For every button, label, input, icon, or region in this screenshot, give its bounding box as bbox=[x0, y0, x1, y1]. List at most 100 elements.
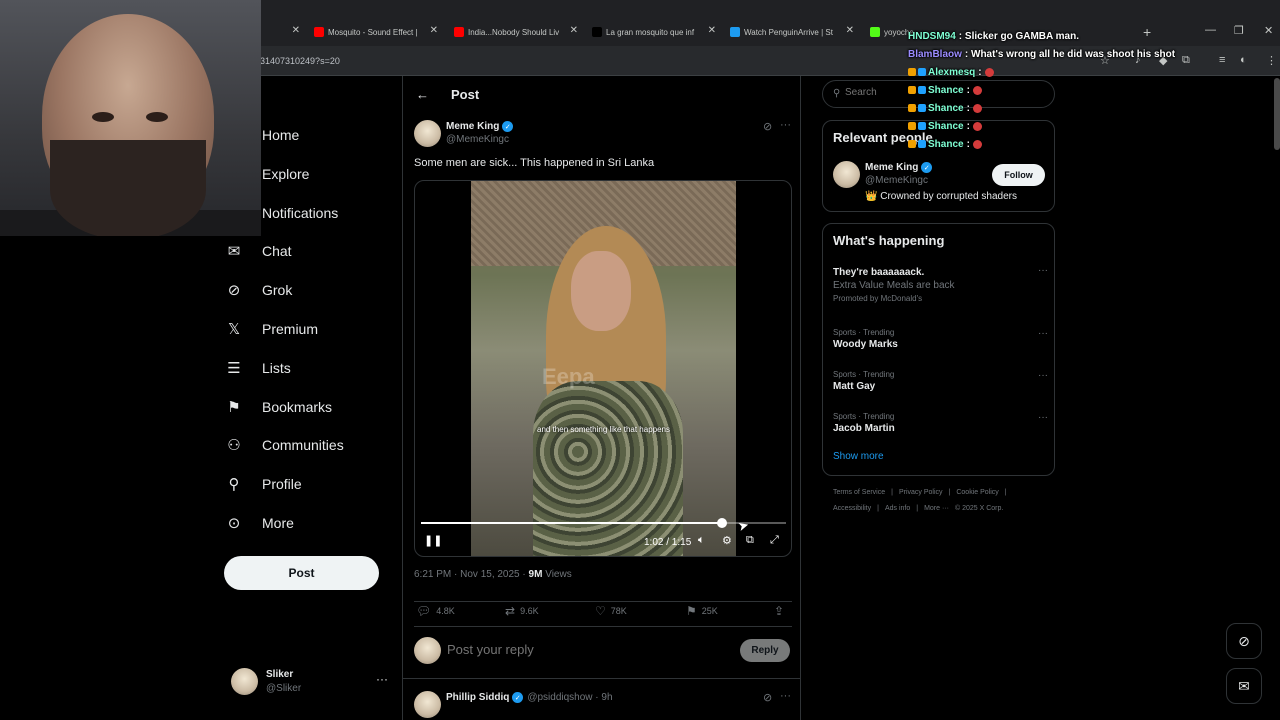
chat-message: Shance: bbox=[908, 117, 1175, 135]
video-progress-bar[interactable] bbox=[421, 518, 786, 528]
browser-tab[interactable]: Mosquito - Sound Effect | ✕ bbox=[310, 20, 442, 44]
trend-item[interactable]: Sports · Trending Jacob Martin ··· bbox=[833, 412, 1048, 434]
volume-icon[interactable]: 🔈︎ bbox=[698, 534, 705, 547]
close-window-icon[interactable]: ✕ bbox=[1264, 24, 1273, 37]
share-icon: ⇪ bbox=[774, 604, 785, 618]
browser-tab[interactable]: La gran mosquito que inf ✕ bbox=[588, 20, 720, 44]
person-icon: ⚲ bbox=[228, 476, 240, 493]
url-text[interactable]: 31407310249?s=20 bbox=[260, 56, 340, 66]
footer-link[interactable]: © 2025 X Corp. bbox=[955, 505, 1003, 512]
bookmark-button[interactable]: ⚑ 25K bbox=[686, 604, 718, 618]
more-icon[interactable]: ··· bbox=[1038, 412, 1048, 423]
more-icon[interactable]: ··· bbox=[780, 690, 791, 702]
nav-item-communities[interactable]: ⚇ Communities bbox=[224, 429, 343, 461]
trend-item[interactable]: Sports · Trending Woody Marks ··· bbox=[833, 328, 1048, 350]
author-name-text[interactable]: Meme King bbox=[446, 121, 499, 132]
grok-icon[interactable]: ⊘ bbox=[763, 120, 772, 133]
post-button[interactable]: Post bbox=[224, 556, 379, 590]
trend-item[interactable]: Sports · Trending Matt Gay ··· bbox=[833, 370, 1048, 392]
more-icon[interactable]: ··· bbox=[376, 672, 388, 686]
reply-author-handle[interactable]: @psiddiqshow · 9h bbox=[527, 692, 612, 703]
author-name[interactable]: Meme King ✓ bbox=[446, 121, 514, 132]
chat-username: Shance bbox=[928, 102, 964, 114]
account-switcher[interactable]: Sliker @Sliker ··· bbox=[231, 667, 391, 699]
person-name-text[interactable]: Meme King bbox=[865, 162, 918, 173]
nav-item-more[interactable]: ⊙ More bbox=[224, 507, 294, 539]
chat-username: BlamBlaow bbox=[908, 48, 962, 60]
like-button[interactable]: ♡ 78K bbox=[595, 604, 627, 618]
browser-tab[interactable]: Watch PenguinArrive | St ✕ bbox=[726, 20, 858, 44]
pause-icon[interactable]: ❚❚ bbox=[424, 534, 442, 547]
follow-button[interactable]: Follow bbox=[992, 164, 1045, 186]
author-avatar[interactable] bbox=[414, 120, 441, 147]
maximize-icon[interactable]: ❐ bbox=[1234, 24, 1244, 37]
video-frame[interactable]: Eepa and then something like that happen… bbox=[471, 181, 736, 556]
browser-tab[interactable]: ✕ bbox=[268, 20, 304, 44]
picture-in-picture-icon[interactable]: ⧉ bbox=[746, 534, 754, 547]
communities-icon: ⚇ bbox=[227, 437, 241, 454]
close-icon[interactable]: ✕ bbox=[570, 25, 578, 36]
fullscreen-icon[interactable]: ⤢ bbox=[770, 534, 779, 547]
footer-link[interactable]: More ··· bbox=[924, 505, 949, 512]
reply-button[interactable]: 💬︎ 4.8K bbox=[416, 604, 455, 618]
nav-item-profile[interactable]: ⚲ Profile bbox=[224, 468, 302, 500]
post-timestamp[interactable]: 6:21 PM · Nov 15, 2025 · bbox=[414, 569, 529, 580]
share-button[interactable]: ⇪ bbox=[774, 604, 789, 618]
footer-link[interactable]: Cookie Policy bbox=[956, 489, 998, 496]
scrollbar[interactable] bbox=[1274, 78, 1280, 150]
nav-item-bookmarks[interactable]: ⚑ Bookmarks bbox=[224, 391, 332, 423]
minimize-icon[interactable]: — bbox=[1205, 24, 1216, 36]
video-player[interactable]: Eepa and then something like that happen… bbox=[414, 180, 792, 557]
more-icon[interactable]: ··· bbox=[1038, 265, 1048, 276]
footer-link[interactable]: Privacy Policy bbox=[899, 489, 943, 496]
more-icon[interactable]: ··· bbox=[780, 119, 791, 131]
nav-item-label: Premium bbox=[262, 321, 319, 337]
messages-floating-button[interactable]: ✉ bbox=[1226, 668, 1262, 704]
chat-emote-icon bbox=[984, 67, 994, 77]
footer-link[interactable]: Terms of Service bbox=[833, 489, 885, 496]
person-handle[interactable]: @MemeKingc bbox=[865, 175, 928, 186]
close-icon[interactable]: ✕ bbox=[430, 25, 438, 36]
trend-subtitle: Extra Value Meals are back bbox=[833, 280, 955, 291]
settings-gear-icon[interactable]: ⚙ bbox=[722, 534, 732, 547]
chat-message: HNDSM94: Slicker go GAMBA man. bbox=[908, 27, 1175, 45]
author-handle[interactable]: @MemeKingc bbox=[446, 134, 509, 145]
nav-item-premium[interactable]: 𝕏 Premium bbox=[224, 313, 318, 345]
more-icon[interactable]: ··· bbox=[1038, 328, 1048, 339]
reply-submit-button[interactable]: Reply bbox=[740, 639, 790, 662]
avatar[interactable] bbox=[833, 161, 860, 188]
reply-author[interactable]: Phillip Siddiq ✓ @psiddiqshow · 9h bbox=[446, 692, 613, 703]
nav-item-label: Grok bbox=[262, 282, 293, 298]
profile-icon[interactable]: ◐ bbox=[1240, 54, 1247, 66]
repost-button[interactable]: ⇄ 9.6K bbox=[505, 604, 539, 618]
reply-post[interactable]: Phillip Siddiq ✓ @psiddiqshow · 9h ⊘ ··· bbox=[403, 678, 801, 720]
grok-icon[interactable]: ⊘ bbox=[763, 691, 772, 704]
media-icon[interactable]: ≡ bbox=[1219, 54, 1225, 66]
close-icon[interactable]: ✕ bbox=[846, 25, 854, 36]
trend-item[interactable]: They're baaaaaack. Extra Value Meals are … bbox=[833, 265, 1048, 303]
chat-text: : Slicker go GAMBA man. bbox=[958, 30, 1080, 42]
footer-link[interactable]: Accessibility bbox=[833, 505, 871, 512]
person-name[interactable]: Meme King ✓ bbox=[865, 162, 933, 173]
favicon-icon bbox=[730, 27, 740, 37]
avatar[interactable] bbox=[414, 691, 441, 718]
reply-author-name[interactable]: Phillip Siddiq bbox=[446, 692, 509, 703]
back-arrow-icon[interactable]: ← bbox=[416, 87, 429, 102]
trend-title: Matt Gay bbox=[833, 381, 876, 392]
close-icon[interactable]: ✕ bbox=[292, 25, 300, 36]
puzzle-icon[interactable]: ⧉ bbox=[1182, 54, 1190, 67]
menu-icon[interactable]: ⋮ bbox=[1266, 54, 1277, 67]
show-more-link[interactable]: Show more bbox=[833, 451, 884, 462]
close-icon[interactable]: ✕ bbox=[708, 25, 716, 36]
reply-input[interactable] bbox=[447, 642, 707, 657]
more-icon[interactable]: ··· bbox=[1038, 370, 1048, 381]
nav-item-chat[interactable]: ✉ Chat bbox=[224, 235, 292, 267]
card-title: What's happening bbox=[833, 233, 945, 248]
grok-floating-button[interactable]: ⊘ bbox=[1226, 623, 1262, 659]
grok-icon: ⊘ bbox=[227, 282, 241, 299]
nav-item-grok[interactable]: ⊘ Grok bbox=[224, 274, 293, 306]
footer-link[interactable]: Ads info bbox=[885, 505, 910, 512]
tab-title: India...Nobody Should Liv bbox=[468, 27, 560, 37]
nav-item-lists[interactable]: ☰ Lists bbox=[224, 352, 291, 384]
browser-tab[interactable]: India...Nobody Should Liv ✕ bbox=[450, 20, 582, 44]
